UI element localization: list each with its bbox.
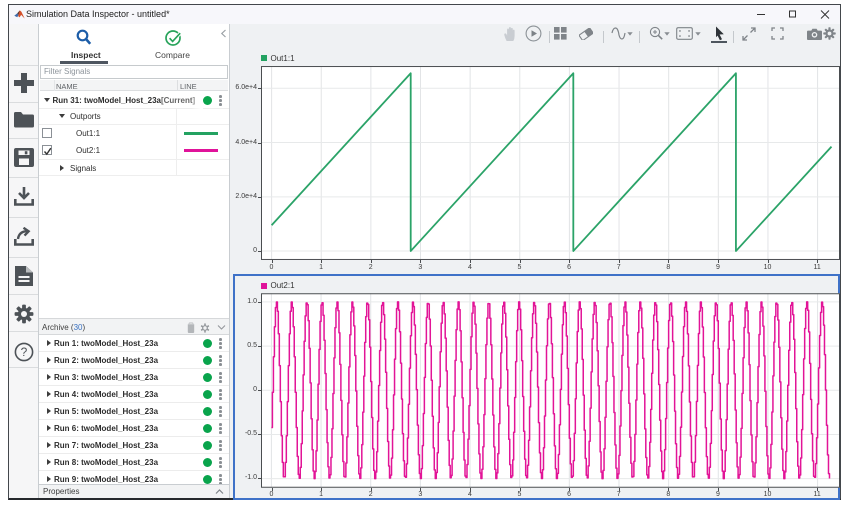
svg-text:?: ? (21, 345, 28, 359)
